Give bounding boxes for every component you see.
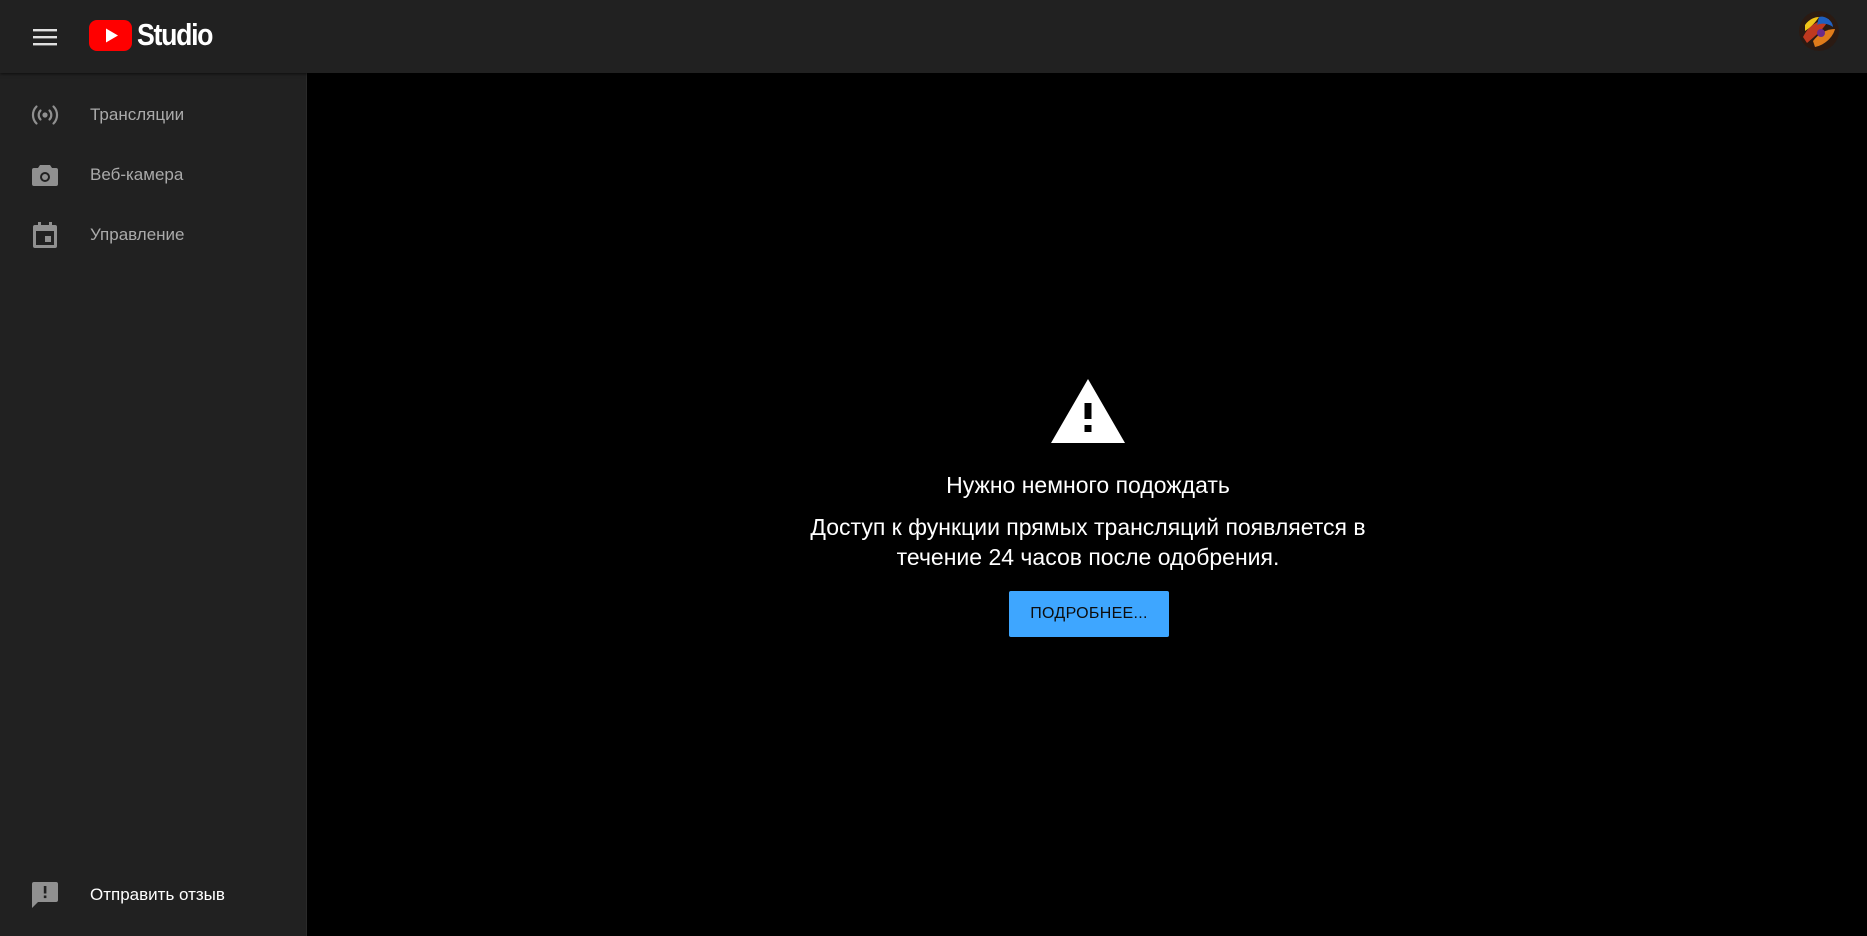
sidebar-item-label: Веб-камера bbox=[90, 165, 184, 184]
broadcast-icon bbox=[30, 100, 60, 130]
sidebar-item-label: Трансляции bbox=[90, 105, 185, 124]
camera-icon bbox=[30, 160, 60, 190]
sidebar-item-manage[interactable]: Управление bbox=[0, 207, 306, 263]
youtube-play-icon bbox=[89, 19, 132, 51]
warning-icon bbox=[1051, 379, 1125, 443]
send-feedback-button[interactable]: Отправить отзыв bbox=[0, 867, 306, 923]
learn-more-button[interactable]: ПОДРОБНЕЕ... bbox=[1009, 591, 1169, 637]
sidebar-item-label: Отправить отзыв bbox=[90, 885, 225, 904]
message-title: Нужно немного подождать bbox=[946, 472, 1230, 498]
feedback-icon bbox=[30, 880, 60, 910]
message-body-line: Доступ к функции прямых трансляций появл… bbox=[810, 514, 1366, 540]
top-app-bar: Studio bbox=[0, 0, 1867, 73]
studio-logo[interactable]: Studio bbox=[89, 14, 224, 56]
sidebar: Трансляции Веб-камера Управление Отправи… bbox=[0, 73, 307, 936]
main-content: Нужно немного подождать Доступ к функции… bbox=[307, 73, 1867, 936]
sidebar-item-label: Управление bbox=[90, 225, 185, 244]
message-body: Доступ к функции прямых трансляций появл… bbox=[307, 512, 1867, 572]
user-avatar[interactable] bbox=[1799, 11, 1839, 51]
app-title: Studio bbox=[137, 17, 213, 52]
calendar-icon bbox=[30, 220, 60, 250]
hamburger-menu-icon[interactable] bbox=[24, 18, 66, 56]
message-body-line: течение 24 часов после одобрения. bbox=[896, 544, 1280, 570]
sidebar-item-webcam[interactable]: Веб-камера bbox=[0, 147, 306, 203]
sidebar-item-broadcasts[interactable]: Трансляции bbox=[0, 87, 306, 143]
